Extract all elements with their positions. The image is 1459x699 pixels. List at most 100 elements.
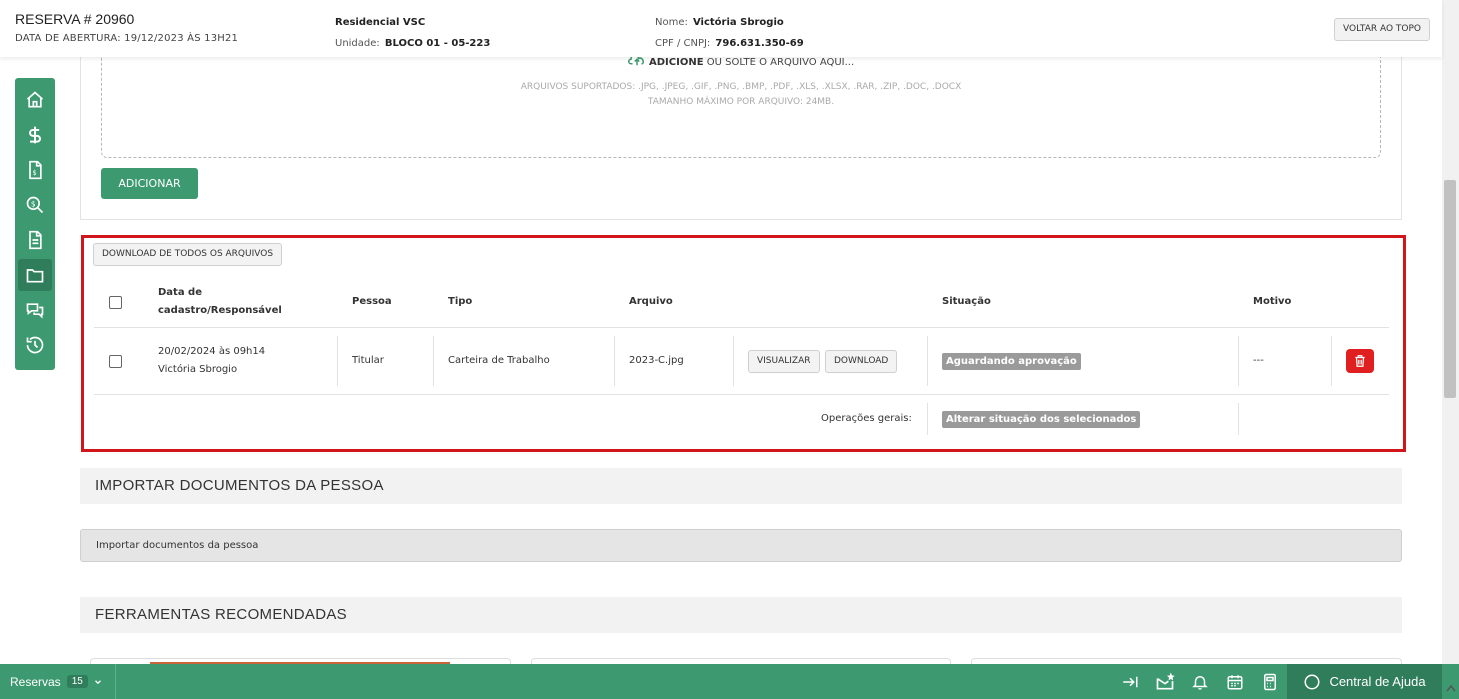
cell-divider: [433, 336, 434, 386]
opening-date: DATA DE ABERTURA: 19/12/2023 ÀS 13H21: [15, 33, 239, 44]
notifications-button[interactable]: [1190, 672, 1210, 692]
bell-icon: [1192, 676, 1208, 690]
bottom-bar: Reservas 15 Central de Ajuda: [0, 664, 1459, 699]
view-file-button[interactable]: VISUALIZAR: [748, 350, 820, 373]
history-icon: [26, 336, 44, 354]
nav-home[interactable]: [18, 84, 52, 116]
condominium-name: Residencial VSC: [335, 17, 426, 28]
bottom-bar-divider: [115, 664, 116, 699]
row-tipo: Carteira de Trabalho: [448, 355, 550, 366]
reservation-title: RESERVA # 20960: [15, 11, 135, 27]
mail-star-icon: [1156, 672, 1175, 690]
col-header-situacao: Situação: [942, 296, 991, 307]
cell-divider: [927, 336, 928, 386]
general-ops-label: Operações gerais:: [821, 413, 912, 424]
bulk-status-button[interactable]: Alterar situação dos selecionados: [942, 411, 1141, 428]
scroll-up-icon[interactable]: [1446, 684, 1456, 692]
col-header-pessoa: Pessoa: [352, 296, 392, 307]
page-scrollbar[interactable]: [1442, 0, 1459, 664]
calculator-button[interactable]: [1260, 672, 1280, 692]
reservas-count: 15: [66, 675, 88, 688]
row-pessoa: Titular: [352, 355, 384, 366]
cell-divider: [337, 336, 338, 386]
nav-history[interactable]: [18, 329, 52, 361]
cell-divider: [1238, 336, 1239, 386]
max-file-size: TAMANHO MÁXIMO POR ARQUIVO: 24MB.: [647, 97, 835, 107]
favorites-button[interactable]: [1155, 672, 1175, 692]
nav-documents[interactable]: [18, 224, 52, 256]
download-all-button[interactable]: DOWNLOAD DE TODOS OS ARQUIVOS: [93, 243, 283, 266]
folder-icon: [26, 269, 44, 283]
nav-money-search[interactable]: $: [18, 189, 52, 221]
collapse-button[interactable]: [1120, 672, 1140, 692]
row-motivo: ---: [1253, 355, 1264, 366]
col-header-motivo: Motivo: [1253, 296, 1292, 307]
download-file-button[interactable]: DOWNLOAD: [825, 350, 898, 373]
invoice-icon: $: [29, 160, 42, 180]
add-file-button[interactable]: ADICIONAR: [101, 168, 198, 199]
dropzone-add-word[interactable]: ADICIONE: [649, 57, 704, 68]
col-header-tipo: Tipo: [448, 296, 473, 307]
row-checkbox[interactable]: [109, 355, 122, 368]
cpf-value: 796.631.350-69: [715, 38, 804, 49]
document-icon: [29, 230, 42, 250]
import-section-title: IMPORTAR DOCUMENTOS DA PESSOA: [80, 468, 1402, 504]
calculator-icon: [1264, 673, 1276, 691]
cell-divider: [1238, 403, 1239, 435]
tools-section-title: FERRAMENTAS RECOMENDADAS: [80, 597, 1402, 633]
side-navigation: $ $: [15, 78, 55, 370]
name-value: Victória Sbrogio: [692, 17, 784, 28]
home-icon: [26, 91, 44, 108]
select-all-checkbox[interactable]: [109, 296, 122, 309]
calendar-icon: [1227, 675, 1243, 690]
row-date: 20/02/2024 às 09h14: [158, 346, 266, 357]
col-header-data-line1: Data de: [158, 287, 202, 298]
cpf-label: CPF / CNPJ:: [655, 38, 711, 49]
row-arquivo: 2023-C.jpg: [629, 355, 684, 366]
chat-bubble-icon: [1304, 674, 1320, 689]
svg-text:$: $: [33, 169, 37, 177]
condominium-info: Residencial VSC Unidade: BLOCO 01 - 05-2…: [335, 11, 490, 53]
supported-formats: ARQUIVOS SUPORTADOS: .JPG, .JPEG, .GIF, …: [520, 82, 962, 92]
cell-divider: [614, 336, 615, 386]
reservation-info: RESERVA # 20960 DATA DE ABERTURA: 19/12/…: [15, 11, 238, 44]
file-dropzone[interactable]: ADICIONE OU SOLTE O ARQUIVO AQUI... ARQU…: [101, 40, 1381, 158]
row-divider: [94, 394, 1389, 395]
reservas-label: Reservas: [10, 674, 61, 689]
svg-text:$: $: [31, 199, 36, 208]
row-responsible: Victória Sbrogio: [158, 364, 238, 375]
reservation-header: RESERVA # 20960 DATA DE ABERTURA: 19/12/…: [0, 0, 1442, 57]
import-documents-accordion[interactable]: Importar documentos da pessoa: [80, 529, 1402, 562]
cell-divider: [1331, 336, 1332, 386]
files-table-section: DOWNLOAD DE TODOS OS ARQUIVOS Data de ca…: [81, 235, 1406, 452]
help-center-button[interactable]: Central de Ajuda: [1287, 664, 1442, 699]
col-header-data-line2: cadastro/Responsável: [158, 305, 282, 316]
unit-label: Unidade:: [335, 38, 380, 49]
chat-icon: [26, 303, 44, 319]
arrow-to-line-icon: [1123, 676, 1138, 688]
person-info: Nome: Victória Sbrogio CPF / CNPJ: 796.6…: [655, 11, 804, 53]
delete-file-button[interactable]: [1346, 349, 1374, 373]
col-header-arquivo: Arquivo: [629, 296, 673, 307]
nav-finance[interactable]: [18, 119, 52, 151]
cell-divider: [927, 403, 928, 435]
chevron-down-icon: [94, 679, 101, 684]
scrollbar-thumb[interactable]: [1444, 180, 1456, 398]
back-to-top-button[interactable]: VOLTAR AO TOPO: [1334, 18, 1430, 41]
dropzone-rules: ARQUIVOS SUPORTADOS: .JPG, .JPEG, .GIF, …: [102, 80, 1380, 110]
unit-value: BLOCO 01 - 05-223: [384, 38, 491, 49]
nav-invoices[interactable]: $: [18, 154, 52, 186]
cell-divider: [733, 336, 734, 386]
money-search-icon: $: [26, 196, 44, 214]
help-center-label: Central de Ajuda: [1329, 674, 1426, 689]
row-date-responsible: 20/02/2024 às 09h14 Victória Sbrogio: [158, 343, 265, 379]
trash-icon: [1355, 355, 1365, 367]
nav-files[interactable]: [18, 259, 52, 291]
header-divider: [94, 327, 1389, 328]
dollar-icon: [29, 126, 41, 144]
calendar-button[interactable]: [1225, 672, 1245, 692]
name-label: Nome:: [655, 17, 688, 28]
nav-messages[interactable]: [18, 294, 52, 326]
dropzone-hint: OU SOLTE O ARQUIVO AQUI...: [706, 57, 855, 68]
reservas-selector[interactable]: Reservas 15: [10, 664, 103, 699]
